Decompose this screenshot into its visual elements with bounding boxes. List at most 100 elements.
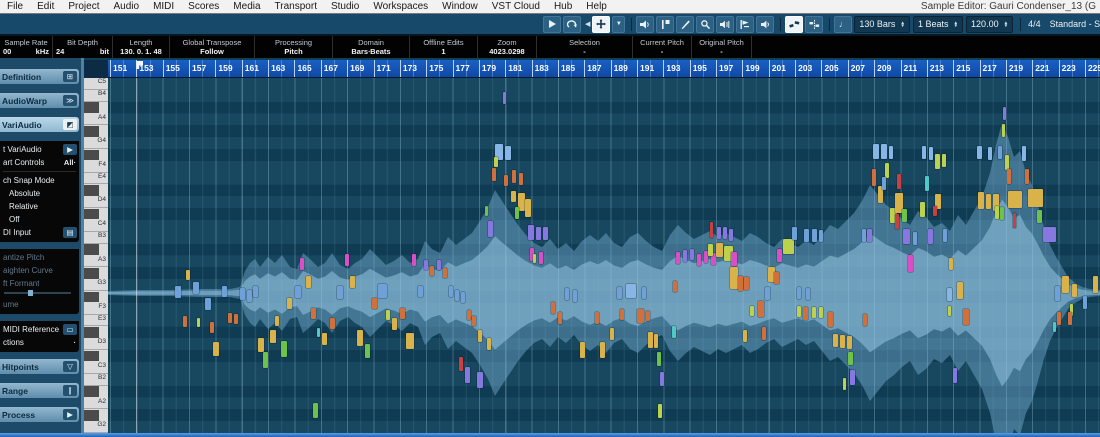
variaudio-note-segment[interactable]	[774, 272, 779, 284]
variaudio-note-segment[interactable]	[812, 307, 816, 318]
piano-key-b4[interactable]: B4	[84, 90, 108, 102]
variaudio-note-segment[interactable]	[872, 169, 876, 186]
menu-item-scores[interactable]: Scores	[181, 1, 226, 12]
piano-key-g-4[interactable]	[84, 125, 108, 137]
variaudio-note-segment[interactable]	[957, 282, 963, 299]
variaudio-note-segment[interactable]	[313, 403, 318, 418]
variaudio-note-segment[interactable]	[322, 333, 327, 345]
variaudio-note-segment[interactable]	[1055, 286, 1060, 301]
variaudio-note-segment[interactable]	[600, 342, 605, 358]
variaudio-note-segment[interactable]	[626, 284, 636, 298]
variaudio-note-segment[interactable]	[863, 314, 867, 326]
variaudio-note-segment[interactable]	[738, 276, 743, 291]
inspector-row-ctions[interactable]: ctions·	[0, 336, 79, 349]
toolbar-left-arrow-icon[interactable]: ◀	[585, 20, 590, 28]
midi-ref-icon[interactable]: ▭	[63, 324, 77, 335]
menu-item-studio[interactable]: Studio	[324, 1, 366, 12]
variaudio-note-segment[interactable]	[882, 177, 886, 190]
variaudio-note-segment[interactable]	[710, 222, 713, 238]
audition-volume-button[interactable]	[756, 16, 774, 33]
variaudio-note-segment[interactable]	[804, 229, 809, 242]
variaudio-note-segment[interactable]	[873, 144, 879, 159]
variaudio-note-segment[interactable]	[617, 287, 622, 299]
variaudio-note-segment[interactable]	[494, 157, 498, 167]
variaudio-note-segment[interactable]	[977, 146, 982, 159]
variaudio-note-segment[interactable]	[620, 309, 624, 320]
variaudio-note-segment[interactable]	[847, 336, 852, 349]
variaudio-note-segment[interactable]	[573, 290, 577, 302]
inspector-tab-process[interactable]: Process▶	[0, 407, 79, 422]
variaudio-note-segment[interactable]	[750, 306, 754, 316]
variaudio-note-segment[interactable]	[418, 286, 423, 297]
variaudio-note-segment[interactable]	[953, 368, 957, 383]
variaudio-note-segment[interactable]	[365, 344, 370, 358]
piano-key-d4[interactable]: D4	[84, 196, 108, 208]
piano-key-g-3[interactable]	[84, 267, 108, 279]
variaudio-note-segment[interactable]	[465, 367, 470, 383]
variaudio-note-segment[interactable]	[948, 306, 951, 316]
variaudio-note-segment[interactable]	[797, 306, 801, 317]
variaudio-note-segment[interactable]	[210, 322, 214, 333]
variaudio-note-segment[interactable]	[1013, 213, 1016, 228]
variaudio-note-segment[interactable]	[275, 316, 279, 326]
variaudio-note-segment[interactable]	[472, 316, 476, 326]
variaudio-note-segment[interactable]	[461, 292, 465, 303]
variaudio-note-segment[interactable]	[511, 191, 516, 202]
menu-item-window[interactable]: Window	[435, 1, 485, 12]
variaudio-note-segment[interactable]	[488, 221, 493, 237]
inspector-tab-range[interactable]: Range∥	[0, 383, 79, 398]
variaudio-note-segment[interactable]	[263, 352, 268, 368]
variaudio-note-segment[interactable]	[487, 338, 491, 350]
inspector-row-ch-snap-mode[interactable]: ch Snap Mode	[0, 174, 79, 187]
variaudio-note-segment[interactable]	[806, 288, 810, 300]
piano-key-g-2[interactable]	[84, 409, 108, 421]
variaudio-note-segment[interactable]	[455, 290, 459, 301]
menu-item-hub[interactable]: Hub	[547, 1, 579, 12]
info-cell-bit-depth[interactable]: Bit Depth24bit	[53, 36, 113, 58]
variaudio-note-segment[interactable]	[986, 194, 991, 209]
variaudio-note-segment[interactable]	[833, 334, 838, 347]
variaudio-note-segment[interactable]	[519, 173, 523, 185]
piano-key-a2[interactable]: A2	[84, 398, 108, 410]
info-cell-processing[interactable]: ProcessingPitch	[255, 36, 333, 58]
inspector-row-aighten-curve[interactable]: aighten Curve	[0, 264, 79, 277]
variaudio-note-segment[interactable]	[648, 332, 653, 348]
variaudio-note-segment[interactable]	[925, 176, 929, 191]
variaudio-note-segment[interactable]	[777, 249, 782, 262]
algorithm-mode-value[interactable]: Standard - Solo	[1050, 19, 1100, 29]
variaudio-note-segment[interactable]	[503, 92, 506, 104]
variaudio-note-segment[interactable]	[1008, 191, 1022, 208]
variaudio-note-segment[interactable]	[443, 268, 447, 278]
variaudio-note-segment[interactable]	[330, 318, 335, 329]
variaudio-note-segment[interactable]	[306, 276, 311, 288]
variaudio-note-segment[interactable]	[610, 328, 614, 340]
inspector-row-art-controls[interactable]: art ControlsAll·	[0, 156, 79, 169]
variaudio-note-segment[interactable]	[311, 308, 316, 319]
variaudio-note-segment[interactable]	[840, 335, 845, 348]
variaudio-note-segment[interactable]	[270, 330, 276, 343]
piano-key-c5[interactable]: C5	[84, 78, 108, 90]
menu-item-media[interactable]: Media	[226, 1, 267, 12]
inspector-row-midi-reference[interactable]: MIDI Reference▭	[0, 323, 79, 336]
variaudio-note-segment[interactable]	[1037, 210, 1042, 223]
info-cell-length[interactable]: Length130. 0. 1. 48	[113, 36, 170, 58]
variaudio-note-segment[interactable]	[533, 254, 536, 263]
variaudio-note-segment[interactable]	[515, 207, 519, 219]
variaudio-note-segment[interactable]	[505, 146, 511, 160]
variaudio-segments-button[interactable]	[785, 16, 803, 33]
inspector-row-t-variaudio[interactable]: t VariAudio▶	[0, 143, 79, 156]
variaudio-note-segment[interactable]	[929, 147, 933, 160]
variaudio-note-segment[interactable]	[943, 229, 947, 242]
variaudio-note-segment[interactable]	[430, 266, 434, 276]
piano-key-c4[interactable]: C4	[84, 220, 108, 232]
variaudio-note-segment[interactable]	[449, 286, 453, 297]
variaudio-note-segment[interactable]	[1062, 276, 1069, 293]
variaudio-note-segment[interactable]	[565, 288, 569, 300]
info-cell-domain[interactable]: DomainBars∙Beats	[333, 36, 410, 58]
play-button[interactable]	[543, 16, 561, 33]
grid-beats-field[interactable]: 1 Beats ▲▼	[913, 16, 963, 33]
variaudio-note-segment[interactable]	[765, 287, 770, 300]
variaudio-note-segment[interactable]	[240, 288, 245, 300]
variaudio-note-segment[interactable]	[1083, 296, 1087, 309]
inspector-row-di-input[interactable]: DI Input▤	[0, 226, 79, 239]
